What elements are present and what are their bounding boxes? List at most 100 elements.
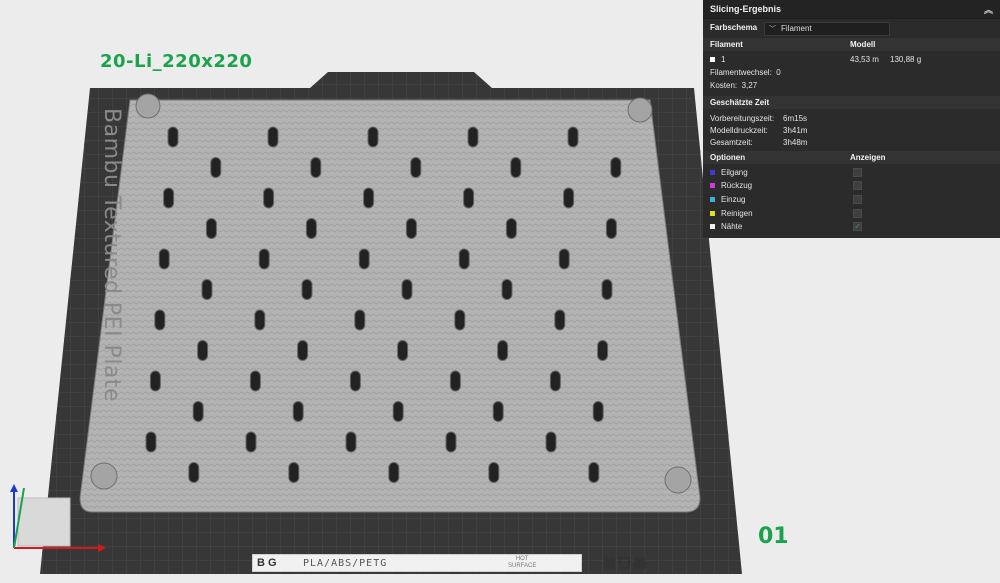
part-hole (263, 187, 275, 209)
part-hole (367, 126, 379, 148)
part-hole (458, 248, 470, 270)
part-hole (405, 218, 417, 239)
part-hole (205, 218, 217, 239)
part-hole (154, 309, 166, 331)
filament-weight: 130,88 g (890, 55, 922, 64)
part-hole (601, 279, 613, 300)
option-seams: Nähte (710, 222, 742, 231)
part-hole (249, 370, 261, 392)
part-hole (149, 370, 161, 392)
part-hole (488, 462, 500, 483)
total-time-value: 3h48m (783, 138, 808, 147)
corner-screw-icon (90, 462, 118, 490)
estimated-time-header: Geschätzte Zeit (710, 98, 770, 107)
color-scheme-value: Filament (781, 24, 812, 33)
part-hole (554, 309, 566, 331)
part-hole (567, 126, 579, 148)
prep-time-label: Vorbereitungszeit: (710, 114, 775, 123)
cost: Kosten: 3,27 (710, 81, 757, 90)
hot-label: HOT (515, 556, 529, 562)
part-hole (245, 431, 257, 453)
part-hole (445, 431, 457, 453)
option-travel: Eilgang (710, 168, 748, 177)
part-hole (454, 309, 466, 331)
part-hole (163, 187, 175, 209)
model-time-value: 3h41m (783, 126, 808, 135)
upload-icon[interactable] (604, 557, 615, 569)
part-hole (297, 340, 309, 361)
download-icon[interactable] (634, 557, 645, 569)
plate-name-label[interactable]: 20-Li_220x220 (100, 51, 252, 72)
part-hole (588, 462, 600, 483)
option-label: Eilgang (721, 168, 748, 177)
unretract-checkbox[interactable] (853, 195, 862, 204)
filament-column-header: Filament (710, 40, 743, 49)
show-header: Anzeigen (850, 153, 886, 162)
part-hole (492, 401, 504, 422)
travel-color-swatch (710, 170, 715, 176)
chevron-up-icon[interactable]: ︽ (984, 3, 993, 16)
part-hole (363, 187, 375, 209)
part-hole (510, 157, 522, 178)
wipe-checkbox[interactable] (853, 209, 862, 218)
part-hole (349, 370, 361, 392)
retract-color-swatch (710, 183, 715, 189)
seams-color-swatch (710, 224, 715, 230)
square-icon[interactable] (619, 557, 630, 569)
part-hole (467, 126, 479, 148)
part-hole (592, 401, 604, 422)
part-hole (605, 218, 617, 239)
part-hole (301, 279, 313, 300)
wipe-color-swatch (710, 211, 715, 217)
slicing-result-panel: Slicing-Ergebnis ︽ Farbschema ﹀ Filament … (703, 0, 1000, 238)
part-hole (497, 340, 509, 361)
color-scheme-select[interactable]: ﹀ Filament (764, 22, 890, 36)
unretract-color-swatch (710, 197, 715, 203)
part-hole (463, 187, 475, 209)
materials-label: PLA/ABS/PETG (303, 558, 388, 569)
part-hole (388, 462, 400, 483)
option-label: Reinigen (721, 209, 753, 218)
part-hole (197, 340, 209, 361)
bambu-logo: B G (257, 557, 277, 569)
model-column-header: Modell (850, 40, 876, 49)
part-hole (563, 187, 575, 209)
retract-checkbox[interactable] (853, 181, 862, 190)
travel-checkbox[interactable] (853, 168, 862, 177)
filament-row: 1 (710, 55, 725, 64)
part-hole (501, 279, 513, 300)
total-time-label: Gesamtzeit: (710, 138, 753, 147)
option-label: Rückzug (721, 181, 753, 190)
filament-color-swatch (710, 57, 715, 63)
part-hole (188, 462, 200, 483)
panel-header[interactable]: Slicing-Ergebnis ︽ (703, 0, 1000, 19)
part-hole (258, 248, 270, 270)
part-hole (305, 218, 317, 239)
part-hole (505, 218, 517, 239)
part-hole (192, 401, 204, 422)
part-hole (354, 309, 366, 331)
option-wipe: Reinigen (710, 209, 753, 218)
corner-screw-icon (627, 97, 653, 123)
corner-screw-icon (664, 466, 692, 494)
part-hole (610, 157, 622, 178)
plate-number-label[interactable]: 01 (758, 524, 789, 549)
part-hole (167, 126, 179, 148)
part-hole (288, 462, 300, 483)
filament-length: 43,53 m (850, 55, 879, 64)
part-hole (310, 157, 322, 178)
part-hole (345, 431, 357, 453)
corner-screw-icon (135, 93, 161, 119)
plate-action-icons (604, 557, 645, 569)
seams-checkbox[interactable]: ✓ (853, 222, 862, 231)
hot-surface-warning: HOT SURFACE (508, 556, 536, 570)
part-hole (597, 340, 609, 361)
origin-square (17, 497, 71, 547)
part-hole (292, 401, 304, 422)
chevron-down-icon: ﹀ (769, 26, 776, 33)
part-hole (145, 431, 157, 453)
part-hole (210, 157, 222, 178)
part-hole (254, 309, 266, 331)
option-label: Einzug (721, 195, 746, 204)
model-time-label: Modelldruckzeit: (710, 126, 768, 135)
